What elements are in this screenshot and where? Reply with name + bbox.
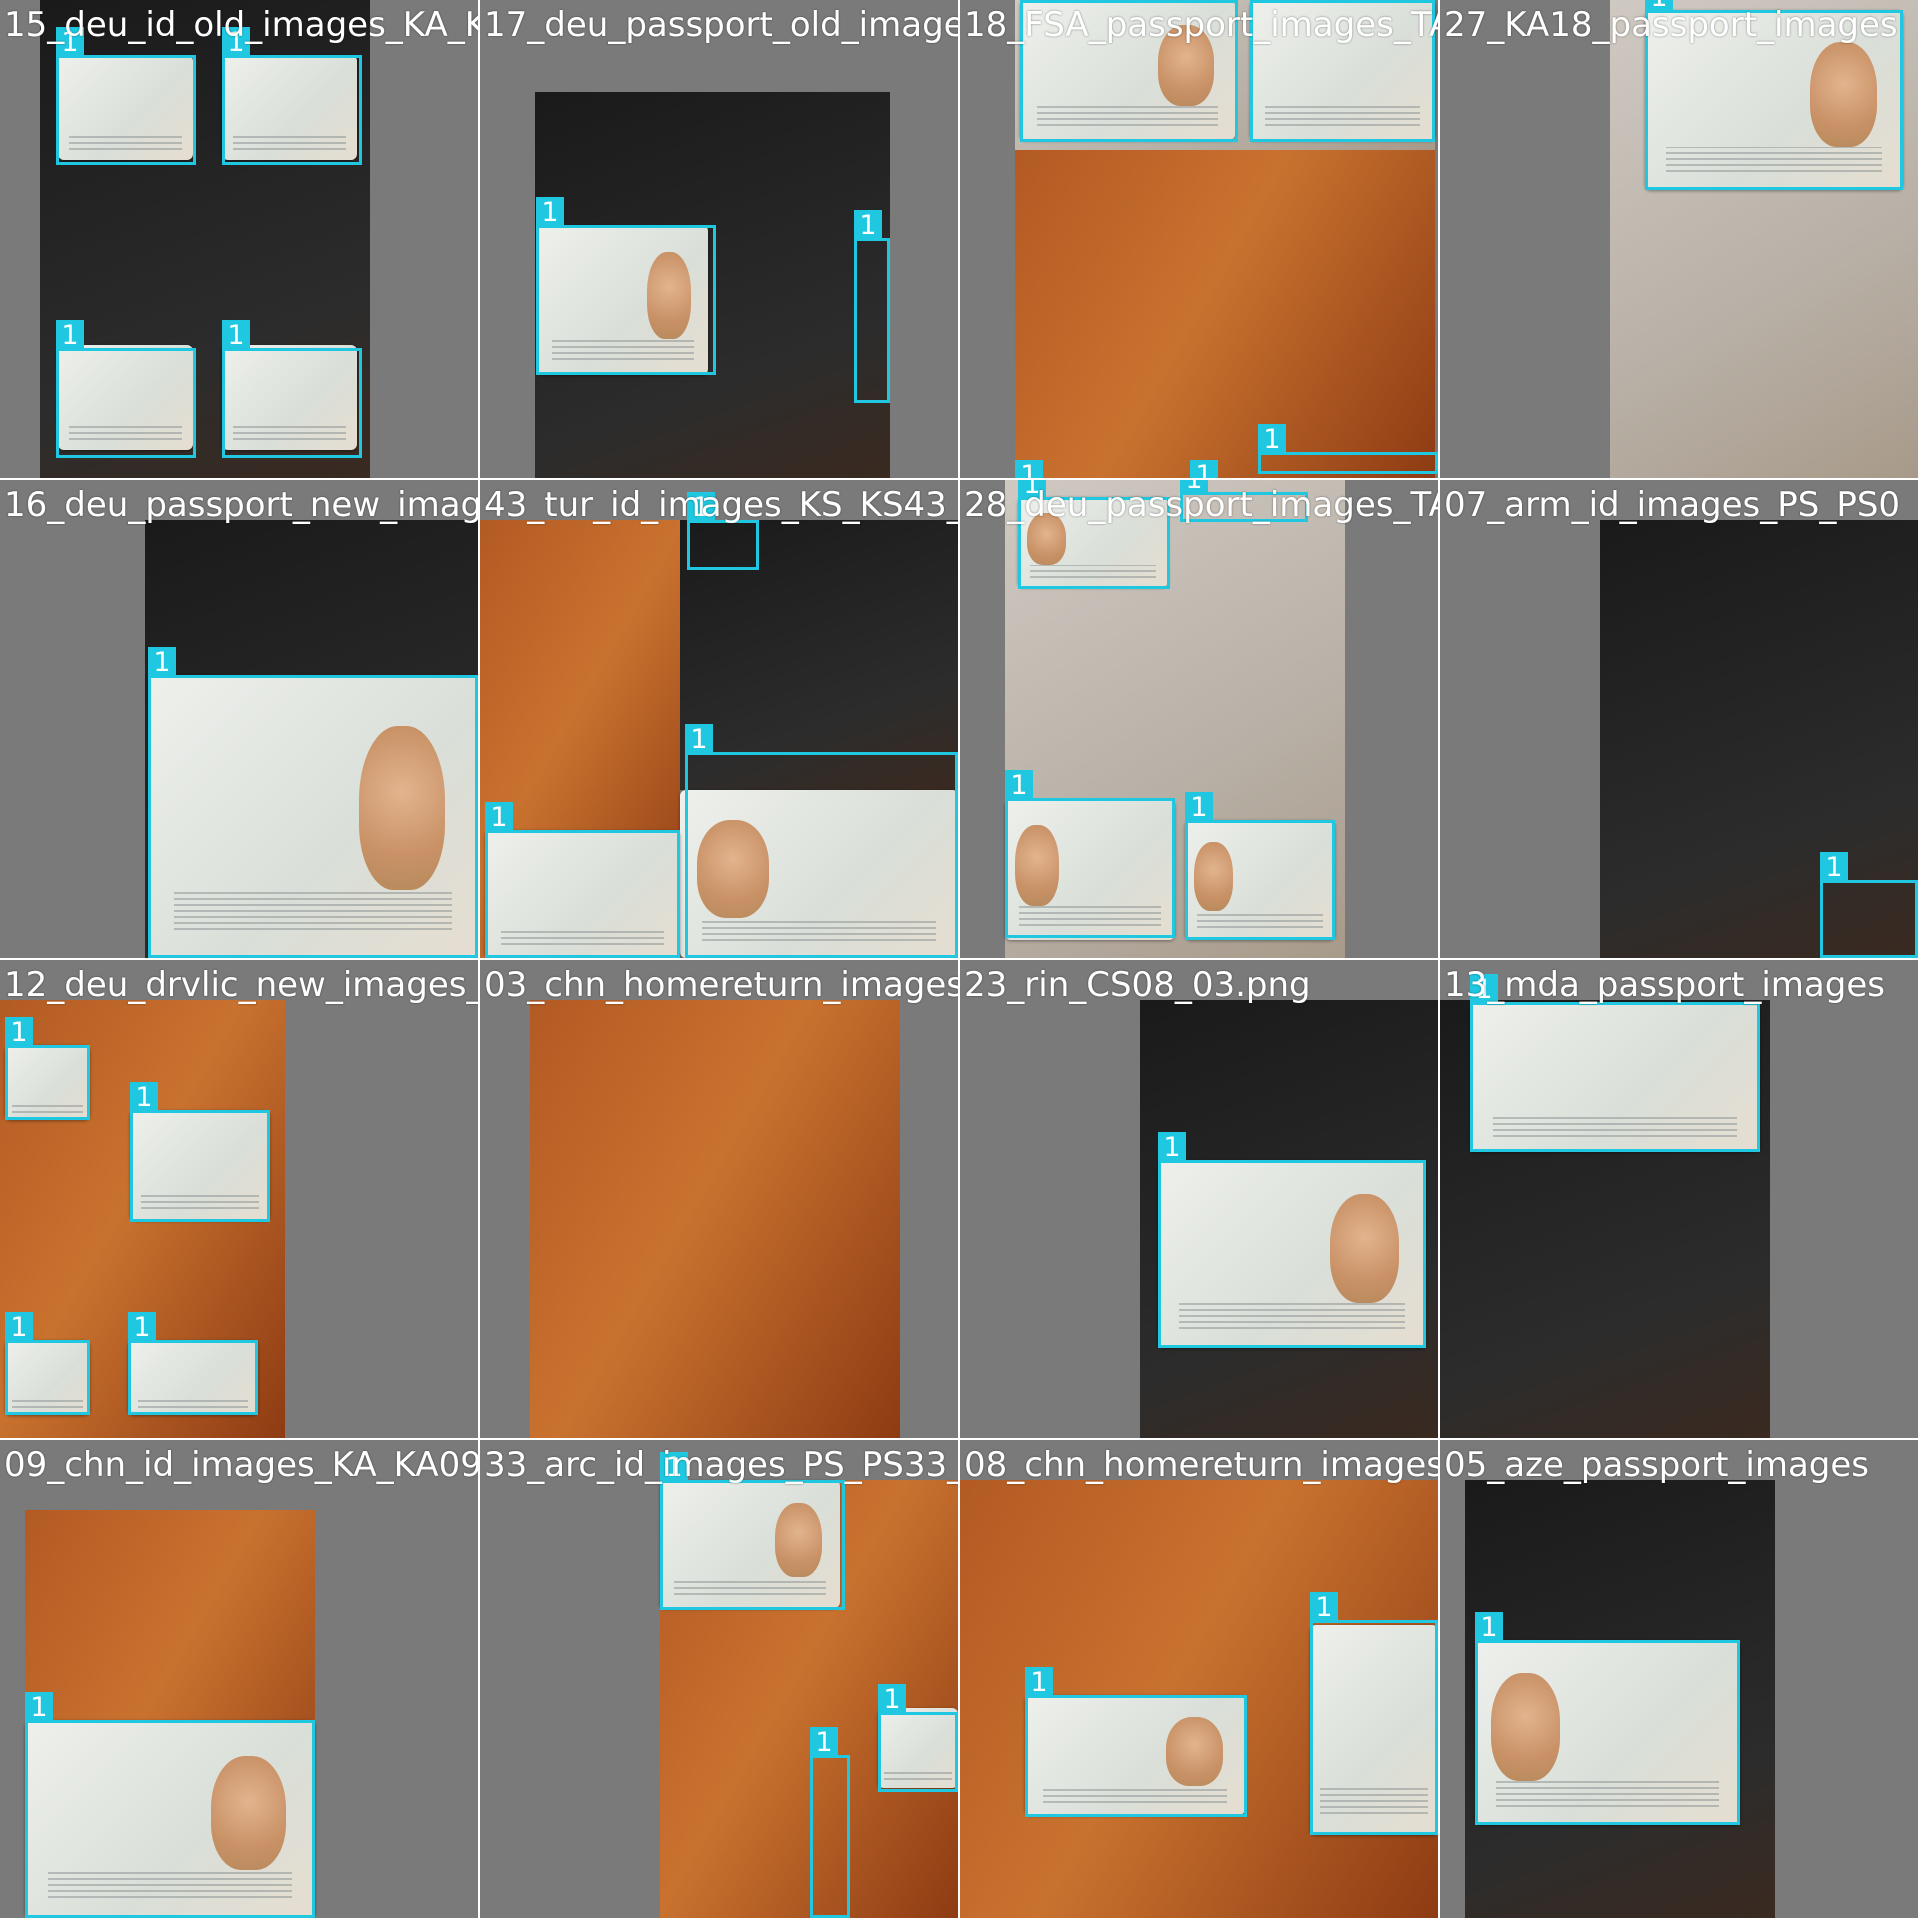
class-label: 1 — [536, 197, 564, 228]
class-label: 1 — [485, 802, 513, 833]
class-label: 1 — [1258, 424, 1286, 455]
tile-filename: 05_aze_passport_images — [1444, 1445, 1870, 1485]
class-label: 1 — [128, 1312, 156, 1343]
bounding-box: 1 — [485, 802, 680, 958]
mosaic-grid: 111115_deu_id_old_images_KA_KA_15_30.png… — [0, 0, 1920, 1920]
class-label: 1 — [25, 1692, 53, 1723]
class-label: 1 — [5, 1312, 33, 1343]
class-label: 1 — [1820, 852, 1848, 883]
photo-background — [1015, 150, 1435, 478]
class-label: 1 — [1158, 1132, 1186, 1163]
tile-filename: 18_FSA_passport_images_TA_27.png — [964, 5, 1438, 45]
mosaic-tile: 1 1 08_chn_homereturn_images_CS_CS08_28.pn… — [960, 1440, 1438, 1918]
bounding-box: 1 — [5, 1312, 90, 1415]
bounding-box: 1 — [222, 27, 362, 165]
bounding-box: 1 — [878, 1684, 958, 1792]
bounding-box: 1 — [130, 1082, 270, 1222]
tile-filename: 08_chn_homereturn_images_CS_CS08_28.png — [964, 1445, 1438, 1485]
mosaic-tile: 11143_tur_id_images_KS_KS43_24.png — [480, 480, 958, 958]
bounding-box: 1 — [810, 1727, 850, 1918]
class-label: 1 — [56, 320, 84, 351]
class-label: 1 — [1310, 1592, 1338, 1623]
class-label: 1 — [1015, 460, 1043, 478]
tile-filename: 07_arm_id_images_PS_PS0 — [1444, 485, 1901, 525]
class-label: 1 — [1025, 1667, 1053, 1698]
class-label: 1 — [854, 210, 882, 241]
bounding-box: 1 — [1475, 1612, 1740, 1825]
class-label: 1 — [685, 724, 713, 755]
tile-filename: 12_deu_drvlic_new_images_TS_TS12_17.png — [4, 965, 478, 1005]
class-label: 1 — [148, 647, 176, 678]
bounding-box: 1 — [25, 1692, 315, 1918]
class-label: 1 — [878, 1684, 906, 1715]
mosaic-tile: 1 07_arm_id_images_PS_PS0 — [1440, 480, 1918, 958]
class-label: 1 — [1475, 1612, 1503, 1643]
mosaic-tile: 111128_deu_passport_images_TA_28_29.png — [960, 480, 1438, 958]
bounding-box: 1 — [660, 1452, 845, 1610]
bounding-box: 1 — [1005, 770, 1175, 938]
bounding-box: 1 — [1258, 424, 1438, 474]
bounding-box: 1 — [1158, 1132, 1426, 1348]
bounding-box: 1 — [5, 1017, 90, 1120]
tile-filename: 16_deu_passport_new_images — [4, 485, 478, 525]
bounding-box: 1 — [56, 320, 196, 458]
photo-background — [530, 1000, 900, 1438]
bounding-box: 1 — [685, 724, 958, 958]
class-label: 1 — [222, 320, 250, 351]
class-label: 1 — [810, 1727, 838, 1758]
mosaic-tile: 1 16_deu_passport_new_images — [0, 480, 478, 958]
mosaic-tile: 1111118_FSA_passport_images_TA_27.png — [960, 0, 1438, 478]
mosaic-tile: 03_chn_homereturn_images — [480, 960, 958, 1438]
mosaic-tile: 1 09_chn_id_images_KA_KA09 — [0, 1440, 478, 1918]
tile-filename: 43_tur_id_images_KS_KS43_24.png — [484, 485, 958, 525]
tile-filename: 33_arc_id_images_PS_PS33_28.png — [484, 1445, 958, 1485]
class-label: 1 — [1005, 770, 1033, 801]
tile-filename: 17_deu_passport_old_images — [484, 5, 958, 45]
bounding-box: 1 — [128, 1312, 258, 1415]
class-label: 1 — [1190, 460, 1218, 478]
tile-filename: 28_deu_passport_images_TA_28_29.png — [964, 485, 1438, 525]
mosaic-tile: 1 23_rin_CS08_03.png — [960, 960, 1438, 1438]
bounding-box: 1 — [1470, 974, 1760, 1152]
bounding-box: 1 — [1310, 1592, 1438, 1835]
bounding-box: 1 — [148, 647, 478, 958]
bounding-box: 1 — [1820, 852, 1918, 958]
mosaic-tile: 11133_arc_id_images_PS_PS33_28.png — [480, 1440, 958, 1918]
tile-filename: 15_deu_id_old_images_KA_KA_15_30.png — [4, 5, 478, 45]
mosaic-tile: 1 13_mda_passport_images — [1440, 960, 1918, 1438]
tile-filename: 09_chn_id_images_KA_KA09 — [4, 1445, 478, 1485]
tile-filename: 13_mda_passport_images — [1444, 965, 1885, 1005]
tile-filename: 27_KA18_passport_images — [1444, 5, 1898, 45]
class-label: 1 — [1185, 792, 1213, 823]
mosaic-tile: 127_KA18_passport_images — [1440, 0, 1918, 478]
tile-filename: 23_rin_CS08_03.png — [964, 965, 1311, 1005]
bounding-box: 1 — [56, 27, 196, 165]
class-label: 1 — [5, 1017, 33, 1048]
mosaic-tile: 111115_deu_id_old_images_KA_KA_15_30.png — [0, 0, 478, 478]
mosaic-tile: 1 05_aze_passport_images — [1440, 1440, 1918, 1918]
bounding-box: 1 — [854, 210, 890, 403]
bounding-box: 1 — [222, 320, 362, 458]
tile-filename: 03_chn_homereturn_images — [484, 965, 958, 1005]
mosaic-tile: 1 1 17_deu_passport_old_images — [480, 0, 958, 478]
class-label: 1 — [130, 1082, 158, 1113]
bounding-box: 1 — [1025, 1667, 1247, 1817]
bounding-box: 1 — [536, 197, 716, 375]
bounding-box: 1 — [1185, 792, 1335, 940]
mosaic-tile: 1 1 1 1 12_deu_drvlic_new_images_TS_TS12_17.… — [0, 960, 478, 1438]
